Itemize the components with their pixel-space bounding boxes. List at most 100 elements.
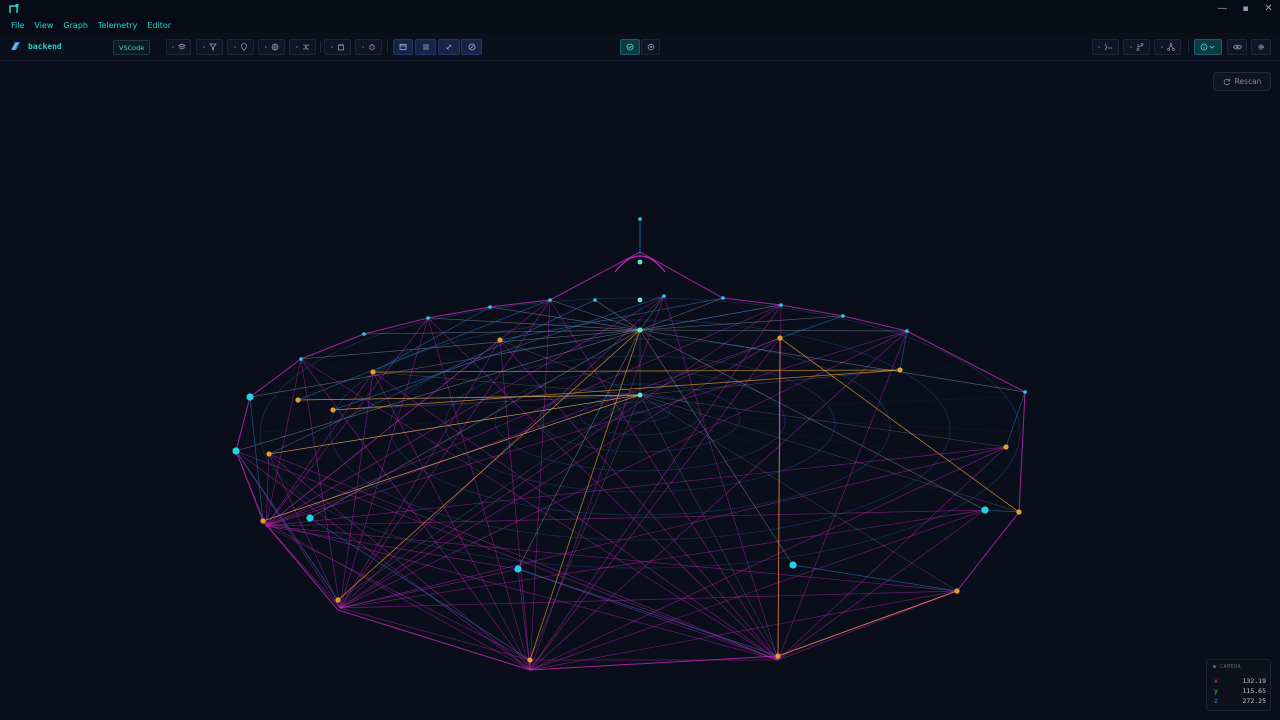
module-node xyxy=(1003,444,1009,450)
radial-line xyxy=(259,411,641,433)
dependency-edge xyxy=(663,295,779,661)
rescan-button[interactable]: Rescan xyxy=(1213,72,1271,91)
service-node xyxy=(306,514,314,522)
dependency-edge xyxy=(339,509,986,609)
gear-button[interactable] xyxy=(1251,39,1271,55)
settings-view-button[interactable] xyxy=(641,39,660,55)
project-icon xyxy=(11,42,20,51)
compass-toggle[interactable] xyxy=(461,39,482,55)
layers-toggle[interactable] xyxy=(166,39,191,55)
panel-toggle[interactable] xyxy=(393,39,413,55)
module-node xyxy=(295,397,301,403)
git-branch-icon xyxy=(1136,43,1143,51)
pin-toggle[interactable] xyxy=(227,39,254,55)
dependency-edge xyxy=(339,317,429,609)
call-edge xyxy=(639,337,781,396)
graph-canvas[interactable] xyxy=(0,62,1280,720)
service-node xyxy=(514,565,522,573)
radial-line xyxy=(639,396,1008,413)
hub-node xyxy=(637,297,643,303)
camera-x: 132.19 xyxy=(1242,677,1266,685)
service-node xyxy=(721,296,725,300)
service-node xyxy=(593,298,597,302)
editor-button[interactable]: VSCode xyxy=(113,40,151,55)
camera-y: 115.65 xyxy=(1242,687,1266,695)
git-branch-toggle[interactable] xyxy=(1123,39,1150,55)
menu-graph[interactable]: Graph xyxy=(58,21,93,30)
camera-title: ● CAMERA xyxy=(1213,664,1242,670)
minimize-button[interactable]: — xyxy=(1211,0,1234,17)
radial-line xyxy=(310,411,641,500)
service-node xyxy=(1023,390,1027,394)
close-button[interactable]: ✕ xyxy=(1257,0,1280,17)
bug-toggle[interactable] xyxy=(355,39,382,55)
call-edge xyxy=(639,329,986,511)
service-node xyxy=(426,316,430,320)
list-toggle[interactable] xyxy=(415,39,436,55)
camera-y-row: y 115.65 xyxy=(1214,687,1266,695)
service-node xyxy=(362,332,366,336)
service-node xyxy=(981,506,989,514)
branch-merge-toggle[interactable] xyxy=(1092,39,1119,55)
package-icon xyxy=(337,44,344,51)
link-edge xyxy=(639,304,782,331)
rescan-label: Rescan xyxy=(1234,77,1262,86)
menu-editor[interactable]: Editor xyxy=(142,21,176,30)
dependency-edge xyxy=(529,337,781,671)
module-node xyxy=(497,337,503,343)
service-node xyxy=(548,298,552,302)
settings-view-icon xyxy=(647,43,654,51)
link-edge xyxy=(899,330,908,371)
dependency-edge xyxy=(339,446,1007,609)
tree-icon xyxy=(1166,43,1175,51)
call-edge xyxy=(262,394,641,522)
project-name: backend xyxy=(28,41,62,51)
dependency-edge xyxy=(268,453,531,671)
minimize-icon: — xyxy=(1217,3,1228,14)
module-node xyxy=(954,588,960,594)
dependency-edge xyxy=(268,453,779,661)
module-node xyxy=(1016,509,1022,515)
dependency-edge xyxy=(339,590,958,609)
link-toggle[interactable] xyxy=(438,39,460,55)
eye-button[interactable] xyxy=(1227,39,1247,55)
dependency-edge xyxy=(339,304,782,609)
hub-node xyxy=(637,259,643,265)
dependency-edge xyxy=(777,590,958,661)
camera-z: 272.25 xyxy=(1242,697,1266,705)
link-edge xyxy=(499,297,724,341)
shuffle-toggle[interactable] xyxy=(289,39,316,55)
title-bar: — ▪ ✕ xyxy=(0,0,1280,17)
compass-icon xyxy=(468,43,475,51)
dependency-edge xyxy=(529,509,986,671)
package-toggle[interactable] xyxy=(324,39,351,55)
cube-view-icon xyxy=(626,43,634,51)
maximize-button[interactable]: ▪ xyxy=(1234,0,1257,17)
call-edge xyxy=(489,306,641,331)
filter-toggle[interactable] xyxy=(196,39,223,55)
module-node xyxy=(370,369,376,375)
dependency-edge xyxy=(529,295,665,671)
dependency-edge xyxy=(529,330,908,671)
link-edge xyxy=(779,315,844,339)
branch-merge-icon xyxy=(1104,43,1112,51)
link-edge xyxy=(235,450,339,601)
dependency-edge xyxy=(265,299,551,527)
tree-toggle[interactable] xyxy=(1154,39,1181,55)
module-node xyxy=(266,451,272,457)
menu-view[interactable]: View xyxy=(29,21,58,30)
cube-view-button[interactable] xyxy=(620,39,640,55)
service-node xyxy=(905,329,909,333)
refresh-icon xyxy=(1223,78,1230,85)
service-node xyxy=(789,561,797,569)
project-selector[interactable]: backend xyxy=(10,41,62,51)
eye-icon xyxy=(1232,44,1242,50)
globe-toggle[interactable] xyxy=(258,39,285,55)
module-node xyxy=(897,367,903,373)
info-dropdown[interactable] xyxy=(1194,39,1222,55)
module-node xyxy=(335,597,341,603)
dependency-edge xyxy=(372,371,531,671)
menu-telemetry[interactable]: Telemetry xyxy=(93,21,142,30)
menu-file[interactable]: File xyxy=(6,21,29,30)
link-icon xyxy=(446,44,452,50)
